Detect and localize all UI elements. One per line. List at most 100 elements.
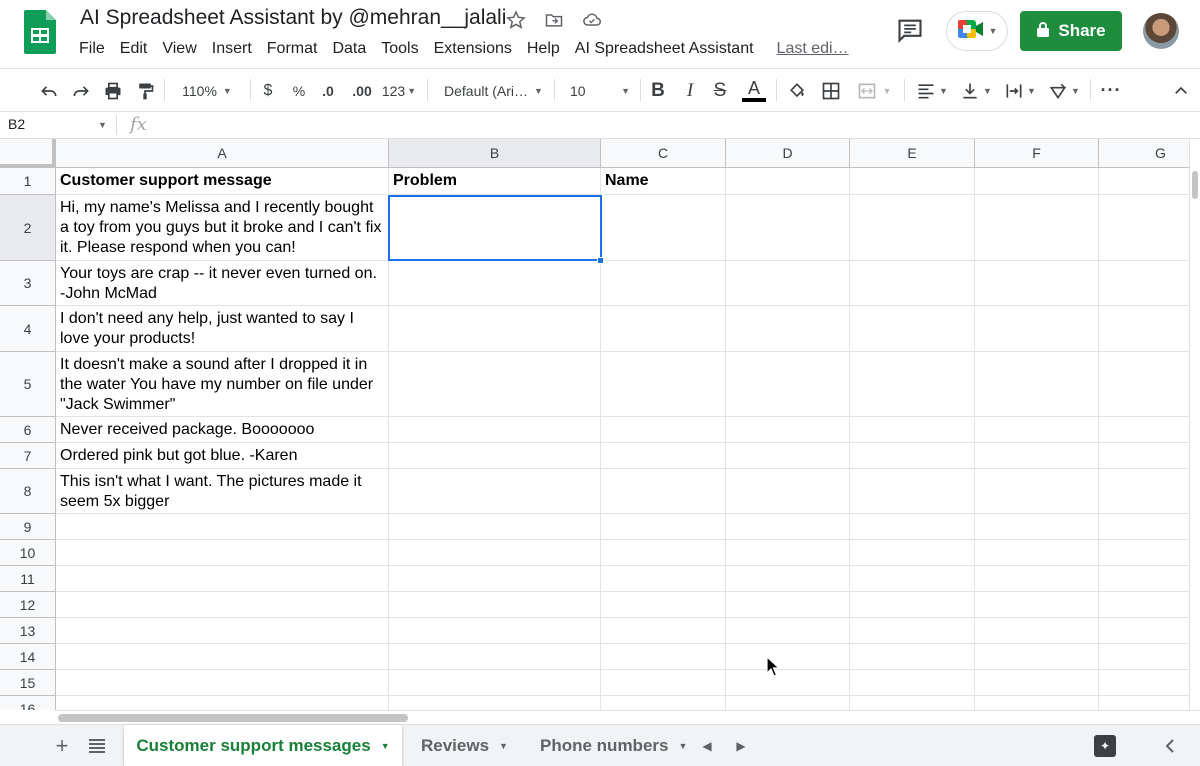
undo-icon[interactable] [36,69,62,112]
cell-e14[interactable] [850,644,975,670]
cell-e11[interactable] [850,566,975,592]
cell-g5[interactable] [1099,352,1189,417]
row-header-16[interactable]: 16 [0,696,56,710]
cell-b11[interactable] [389,566,601,592]
cell-c11[interactable] [601,566,726,592]
select-all-corner[interactable] [0,139,56,168]
scroll-tabs-right-icon[interactable]: ▶ [734,725,748,766]
text-wrapping-icon[interactable]: ▼ [1000,69,1040,112]
cell-a10[interactable] [56,540,389,566]
fill-color-icon[interactable] [784,69,810,112]
explore-icon[interactable]: ✦ [1094,735,1116,757]
cell-c12[interactable] [601,592,726,618]
cell-a5[interactable]: It doesn't make a sound after I dropped … [56,352,389,417]
cell-f4[interactable] [975,306,1099,352]
borders-icon[interactable] [818,69,844,112]
percent-format-button[interactable]: % [289,69,309,112]
cell-d1[interactable] [726,168,850,195]
cell-g10[interactable] [1099,540,1189,566]
strikethrough-button[interactable]: S [708,69,732,112]
cell-c9[interactable] [601,514,726,540]
sheet-tab-reviews[interactable]: Reviews ▼ [421,725,508,766]
row-header-11[interactable]: 11 [0,566,56,592]
horizontal-align-icon[interactable]: ▼ [912,69,952,112]
add-sheet-icon[interactable]: + [52,725,72,766]
cell-c13[interactable] [601,618,726,644]
cell-a11[interactable] [56,566,389,592]
cell-e1[interactable] [850,168,975,195]
column-header-b[interactable]: B [389,139,601,168]
cell-c15[interactable] [601,670,726,696]
horizontal-scroll-thumb[interactable] [58,714,408,722]
horizontal-scrollbar[interactable] [56,710,1200,724]
active-cell-selection[interactable] [388,195,602,261]
name-box[interactable]: B2 [8,116,25,132]
cell-a12[interactable] [56,592,389,618]
menu-format[interactable]: Format [267,40,318,58]
vertical-scroll-thumb[interactable] [1192,171,1198,199]
row-header-3[interactable]: 3 [0,261,56,306]
cell-f16[interactable] [975,696,1099,710]
cell-b14[interactable] [389,644,601,670]
cell-d6[interactable] [726,417,850,443]
column-header-g[interactable]: G [1099,139,1189,168]
cell-e4[interactable] [850,306,975,352]
star-icon[interactable] [504,8,528,32]
zoom-select[interactable]: 110% ▼ [172,69,242,112]
cell-c2[interactable] [601,195,726,261]
cell-a2[interactable]: Hi, my name's Melissa and I recently bou… [56,195,389,261]
cell-d2[interactable] [726,195,850,261]
cell-f10[interactable] [975,540,1099,566]
row-header-10[interactable]: 10 [0,540,56,566]
row-header-5[interactable]: 5 [0,352,56,417]
cell-c1[interactable]: Name [601,168,726,195]
cell-b8[interactable] [389,469,601,514]
cloud-saved-icon[interactable] [580,8,604,32]
font-size-select[interactable]: 10 ▼ [562,69,634,112]
row-header-12[interactable]: 12 [0,592,56,618]
cell-f14[interactable] [975,644,1099,670]
cell-f9[interactable] [975,514,1099,540]
cell-a7[interactable]: Ordered pink but got blue. -Karen [56,443,389,469]
cell-g8[interactable] [1099,469,1189,514]
row-header-14[interactable]: 14 [0,644,56,670]
meet-button[interactable]: ▼ [946,11,1008,51]
document-title[interactable]: AI Spreadsheet Assistant by @mehran__jal… [80,6,506,30]
currency-format-button[interactable]: $ [258,69,278,112]
cell-f8[interactable] [975,469,1099,514]
row-header-6[interactable]: 6 [0,417,56,443]
cell-f1[interactable] [975,168,1099,195]
cell-d15[interactable] [726,670,850,696]
cell-d12[interactable] [726,592,850,618]
row-header-13[interactable]: 13 [0,618,56,644]
row-header-8[interactable]: 8 [0,469,56,514]
collapse-menus-icon[interactable] [1168,69,1194,112]
vertical-scrollbar[interactable] [1189,139,1200,710]
cell-b16[interactable] [389,696,601,710]
cell-a8[interactable]: This isn't what I want. The pictures mad… [56,469,389,514]
cell-e9[interactable] [850,514,975,540]
cell-f11[interactable] [975,566,1099,592]
cell-d5[interactable] [726,352,850,417]
cell-g14[interactable] [1099,644,1189,670]
cell-a6[interactable]: Never received package. Booooooo [56,417,389,443]
cell-e10[interactable] [850,540,975,566]
text-color-button[interactable]: A [740,69,768,112]
cell-c14[interactable] [601,644,726,670]
cell-b13[interactable] [389,618,601,644]
cell-b6[interactable] [389,417,601,443]
cell-d11[interactable] [726,566,850,592]
column-header-c[interactable]: C [601,139,726,168]
menu-tools[interactable]: Tools [381,40,418,58]
cell-g1[interactable] [1099,168,1189,195]
row-header-1[interactable]: 1 [0,168,56,195]
decrease-decimals-button[interactable]: .0 [317,69,339,112]
cell-f6[interactable] [975,417,1099,443]
cell-g7[interactable] [1099,443,1189,469]
number-format-select[interactable]: 123 ▼ [381,69,417,112]
cell-c16[interactable] [601,696,726,710]
formula-input[interactable] [166,116,1186,136]
cell-f5[interactable] [975,352,1099,417]
cell-g2[interactable] [1099,195,1189,261]
cell-b9[interactable] [389,514,601,540]
